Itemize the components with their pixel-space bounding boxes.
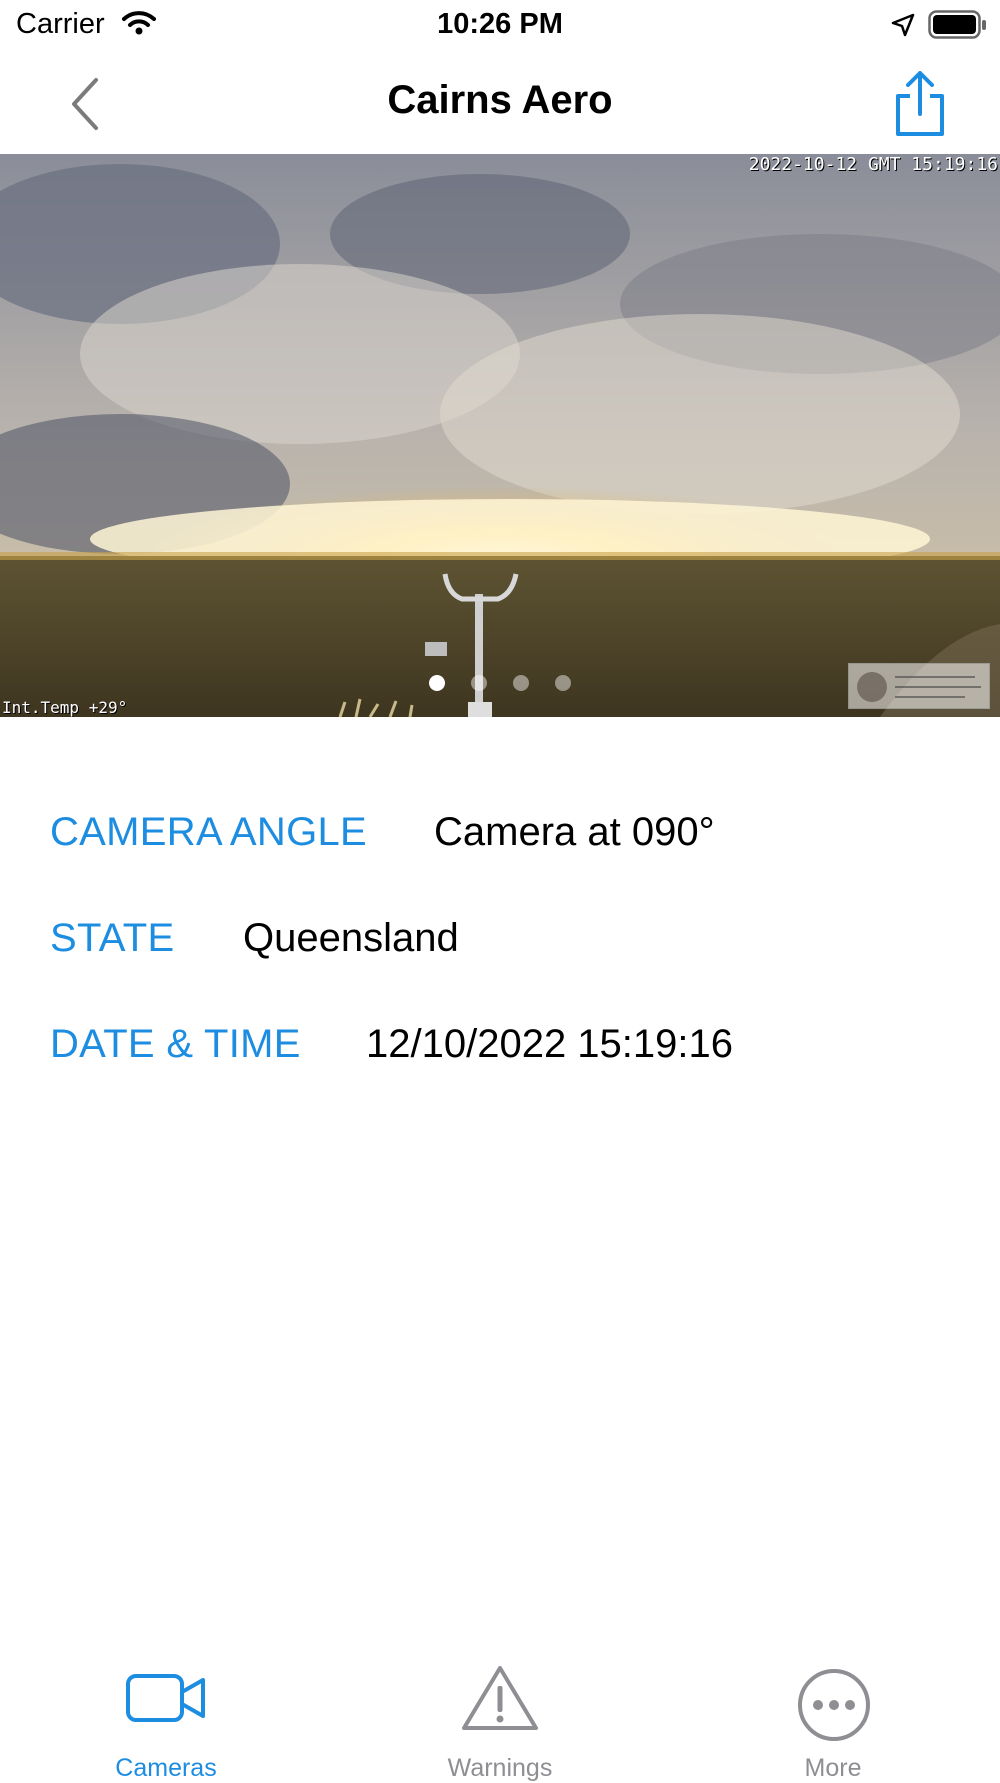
battery-icon: [928, 10, 988, 45]
camera-angle-value: Camera at 090°: [434, 810, 715, 854]
share-icon: [896, 71, 944, 136]
tab-cameras[interactable]: Cameras: [66, 1650, 266, 1782]
status-bar: Carrier 10:26 PM: [0, 0, 1000, 52]
page-indicator[interactable]: [0, 675, 1000, 691]
camera-details: CAMERA ANGLE Camera at 090° STATE Queens…: [50, 790, 970, 1108]
tab-label-cameras: Cameras: [115, 1754, 217, 1782]
page-title: Cairns Aero: [387, 78, 613, 122]
camera-angle-label: CAMERA ANGLE: [50, 810, 368, 854]
image-temperature-overlay: Int.Temp +29°: [2, 698, 128, 717]
location-arrow-icon: [890, 12, 916, 43]
share-button[interactable]: [892, 68, 948, 140]
page-dot-4[interactable]: [555, 675, 571, 691]
page-dot-3[interactable]: [513, 675, 529, 691]
date-time-value: 12/10/2022 15:19:16: [366, 1022, 734, 1066]
tab-more[interactable]: More: [733, 1650, 933, 1782]
video-camera-icon: [126, 1674, 205, 1722]
tab-label-warnings: Warnings: [447, 1754, 553, 1782]
navigation-bar: Cairns Aero: [0, 52, 1000, 154]
tab-bar: Cameras Warnings More: [0, 1650, 1000, 1782]
state-value: Queensland: [243, 916, 459, 960]
tab-label-more: More: [804, 1754, 862, 1782]
warning-triangle-icon: [462, 1666, 538, 1730]
camera-angle-row: CAMERA ANGLE Camera at 090°: [50, 790, 970, 896]
tab-warnings[interactable]: Warnings: [400, 1650, 600, 1782]
image-timestamp-overlay: 2022-10-12 GMT 15:19:16: [748, 154, 998, 175]
state-row: STATE Queensland: [50, 896, 970, 1002]
camera-image: [0, 154, 1000, 717]
watermark-line: [895, 696, 965, 698]
date-time-label: DATE & TIME: [50, 1022, 301, 1066]
page-dot-1[interactable]: [429, 675, 445, 691]
status-time: 10:26 PM: [437, 8, 563, 40]
page-dot-2[interactable]: [471, 675, 487, 691]
more-ellipsis-icon: [798, 1669, 870, 1741]
date-time-row: DATE & TIME 12/10/2022 15:19:16: [50, 1002, 970, 1108]
state-label: STATE: [50, 916, 175, 960]
camera-image-carousel[interactable]: 2022-10-12 GMT 15:19:16 Int.Temp +29°: [0, 154, 1000, 717]
